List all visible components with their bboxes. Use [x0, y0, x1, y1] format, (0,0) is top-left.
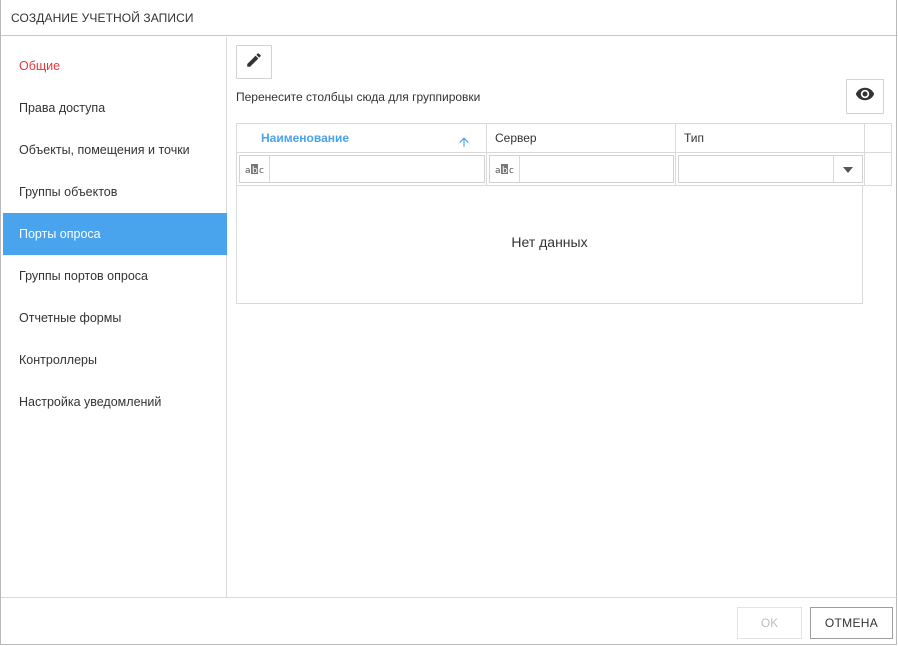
sidebar-item-object-groups[interactable]: Группы объектов [3, 171, 227, 213]
svg-text:c: c [509, 166, 514, 175]
sidebar-item-poll-port-groups[interactable]: Группы портов опроса [3, 255, 227, 297]
sidebar-item-report-forms[interactable]: Отчетные формы [3, 297, 227, 339]
column-header-label: Наименование [261, 131, 350, 145]
filter-cell-type [675, 153, 864, 186]
text-filter-icon[interactable]: a b c [240, 156, 270, 182]
ok-button[interactable]: OK [737, 607, 802, 639]
sidebar-item-controllers[interactable]: Контроллеры [3, 339, 227, 381]
svg-text:a: a [495, 166, 501, 175]
edit-button[interactable] [236, 45, 272, 79]
dialog-footer: OK ОТМЕНА [1, 597, 898, 646]
column-header-label: Тип [684, 131, 705, 145]
grid-body: Нет данных [236, 186, 863, 304]
create-account-dialog: СОЗДАНИЕ УЧЕТНОЙ ЗАПИСИ Общие Права дост… [0, 0, 898, 646]
group-panel-hint: Перенесите столбцы сюда для группировки [236, 90, 481, 104]
column-chooser-button[interactable] [846, 79, 884, 114]
no-data-message: Нет данных [511, 234, 588, 250]
name-filter-input[interactable]: a b c [239, 155, 485, 183]
sidebar-item-general[interactable]: Общие [3, 45, 227, 87]
text-filter-icon[interactable]: a b c [490, 156, 520, 182]
sidebar-item-notification-settings[interactable]: Настройка уведомлений [3, 381, 227, 423]
filter-cell-server: a b c [486, 153, 675, 186]
svg-text:b: b [502, 166, 508, 175]
data-grid: Наименование Сервер Тип a b c a b c Нет … [236, 123, 892, 304]
filter-cell-name: a b c [236, 153, 486, 186]
main-panel: Перенесите столбцы сюда для группировки … [228, 37, 898, 597]
server-filter-input[interactable]: a b c [489, 155, 674, 183]
sidebar-item-poll-ports[interactable]: Порты опроса [3, 213, 227, 255]
column-header-type[interactable]: Тип [675, 123, 864, 153]
column-header-name[interactable]: Наименование [236, 123, 486, 153]
dropdown-button[interactable] [833, 156, 862, 182]
eye-icon [855, 84, 875, 109]
sidebar: Общие Права доступа Объекты, помещения и… [3, 37, 227, 597]
column-header-spacer [864, 123, 892, 153]
cancel-button[interactable]: ОТМЕНА [810, 607, 893, 639]
svg-text:c: c [259, 166, 264, 175]
svg-text:b: b [252, 166, 258, 175]
column-header-label: Сервер [495, 131, 537, 145]
dialog-title: СОЗДАНИЕ УЧЕТНОЙ ЗАПИСИ [11, 11, 194, 25]
filter-cell-spacer [864, 153, 892, 186]
pencil-icon [245, 51, 263, 74]
dialog-header: СОЗДАНИЕ УЧЕТНОЙ ЗАПИСИ [1, 0, 898, 36]
sidebar-item-objects[interactable]: Объекты, помещения и точки [3, 129, 227, 171]
type-filter-select[interactable] [678, 155, 863, 183]
svg-text:a: a [245, 166, 251, 175]
column-header-server[interactable]: Сервер [486, 123, 675, 153]
caret-down-icon [843, 160, 853, 178]
sidebar-item-access-rights[interactable]: Права доступа [3, 87, 227, 129]
